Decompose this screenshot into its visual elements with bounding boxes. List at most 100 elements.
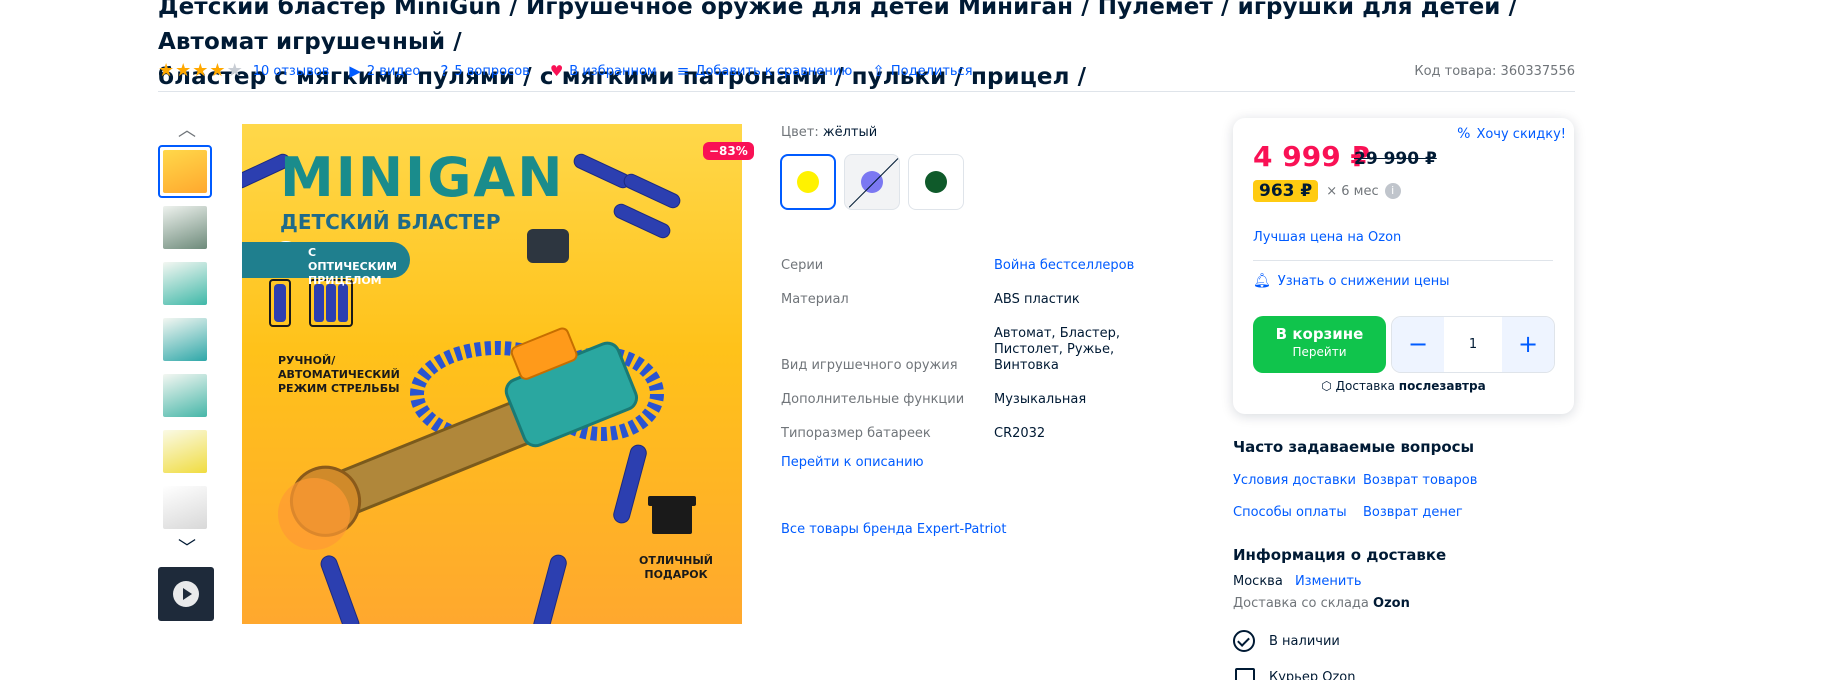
thumbnail-6[interactable] xyxy=(158,425,212,478)
want-discount-label: Хочу скидку! xyxy=(1476,126,1566,142)
buy-divider xyxy=(1253,260,1553,261)
brand-products-link[interactable]: Все товары бренда Expert-Patriot xyxy=(781,522,1006,537)
faq-title: Часто задаваемые вопросы xyxy=(1233,438,1475,456)
spec-row: Вид игрушечного оружия Автомат, Бластер,… xyxy=(781,326,1181,374)
warehouse-row: Доставка со склада Ozon xyxy=(1233,596,1410,611)
thumbnail-2[interactable] xyxy=(158,201,212,254)
spec-value: ABS пластик xyxy=(994,292,1080,307)
favorite-link[interactable]: ♥ В избранном xyxy=(550,62,657,80)
spec-value: CR2032 xyxy=(994,426,1046,441)
courier-text: Курьер Ozon xyxy=(1269,670,1356,680)
product-code: Код товара: 360337556 xyxy=(1414,63,1575,79)
video-thumbnail[interactable] xyxy=(158,567,214,621)
courier-box-icon xyxy=(1235,668,1255,680)
color-swatches xyxy=(780,154,964,210)
reviews-label: 10 отзывов xyxy=(252,63,330,79)
stock-status: В наличии xyxy=(1269,633,1340,649)
thumbnail-column: ︿ ﹀ xyxy=(158,120,216,621)
faq-delivery-link[interactable]: Условия доставки xyxy=(1233,473,1356,488)
faq-refund-link[interactable]: Возврат денег xyxy=(1363,505,1463,520)
share-icon: ⇧ xyxy=(872,62,885,80)
delivery-label: Доставка xyxy=(1335,379,1395,393)
thumbnail-5[interactable] xyxy=(158,369,212,422)
faq-returns-link[interactable]: Возврат товаров xyxy=(1363,473,1477,488)
main-product-image[interactable]: MINIGAN ДЕТСКИЙ БЛАСТЕР С ОПТИЧЕСКИМ ПРИ… xyxy=(242,124,742,624)
bell-icon: 🔔︎ xyxy=(1253,273,1271,289)
faq-payment-link[interactable]: Способы оплаты xyxy=(1233,505,1347,520)
gift-caption: ОТЛИЧНЫЙ ПОДАРОК xyxy=(639,554,713,581)
city-name: Москва xyxy=(1233,574,1283,589)
delivery-when: послезавтра xyxy=(1398,379,1486,393)
color-label: Цвет: жёлтый xyxy=(781,125,877,140)
best-price-link[interactable]: Лучшая цена на Ozon xyxy=(1253,230,1401,245)
spec-name: Серии xyxy=(781,258,824,273)
warehouse-label: Доставка со склада xyxy=(1233,596,1369,611)
price-drop-notify-link[interactable]: 🔔︎ Узнать о снижении цены xyxy=(1253,273,1449,289)
star-icon: ★ xyxy=(209,60,226,81)
thumbnail-4[interactable] xyxy=(158,313,212,366)
chevron-down-icon[interactable]: ﹀ xyxy=(158,537,216,561)
favorite-label: В избранном xyxy=(569,63,657,79)
want-discount-link[interactable]: % Хочу скидку! xyxy=(1457,126,1566,142)
star-icon: ★ xyxy=(158,60,175,81)
questions-link[interactable]: ? 5 вопросов xyxy=(440,62,529,80)
installment-term: × 6 мес xyxy=(1326,183,1379,199)
delivery-note: ⬡ Доставка послезавтра xyxy=(1233,379,1574,393)
discount-icon: % xyxy=(1457,126,1471,142)
thumbnail-7[interactable] xyxy=(158,481,212,534)
chevron-up-icon[interactable]: ︿ xyxy=(158,120,216,142)
qty-minus-button[interactable]: − xyxy=(1392,317,1444,372)
compare-label: Добавить к сравнению xyxy=(695,63,853,79)
swatch-yellow[interactable] xyxy=(780,154,836,210)
spec-list: Серии Война бестселлеров Материал ABS пл… xyxy=(781,258,1181,460)
share-label: Поделиться xyxy=(890,63,973,79)
spec-row: Материал ABS пластик xyxy=(781,292,1181,308)
videos-label: 2 видео xyxy=(366,63,421,79)
notify-label: Узнать о снижении цены xyxy=(1277,273,1450,289)
to-description-link[interactable]: Перейти к описанию xyxy=(781,455,924,470)
spec-value-link[interactable]: Война бестселлеров xyxy=(994,258,1181,274)
heart-icon: ♥ xyxy=(549,62,564,80)
spec-name: Дополнительные функции xyxy=(781,392,965,407)
buy-panel: % Хочу скидку! 4 999 ₽ 29 990 ₽ 963 ₽ × 6… xyxy=(1233,118,1574,414)
warehouse-name: Ozon xyxy=(1373,596,1410,611)
compare-icon: ≡ xyxy=(676,62,690,80)
star-icon: ★ xyxy=(192,60,209,81)
videos-link[interactable]: ▶ 2 видео xyxy=(349,62,420,80)
old-price: 29 990 ₽ xyxy=(1354,149,1437,169)
color-selected-value: жёлтый xyxy=(822,125,878,140)
installment-price: 963 ₽ xyxy=(1253,180,1319,202)
video-icon: ▶ xyxy=(349,62,361,80)
share-link[interactable]: ⇧ Поделиться xyxy=(872,62,972,80)
in-cart-button[interactable]: В корзине Перейти xyxy=(1253,316,1386,373)
spec-row: Типоразмер батареек CR2032 xyxy=(781,426,1181,442)
thumbnail-3[interactable] xyxy=(158,257,212,310)
fire-mode-caption: РУЧНОЙ/АВТОМАТИЧЕСКИЙ РЕЖИМ СТРЕЛЬБЫ xyxy=(278,354,400,395)
swatch-purple[interactable] xyxy=(844,154,900,210)
product-meta-row: ★ ★ ★ ★ ★ 10 отзывов ▶ 2 видео ? 5 вопросо… xyxy=(158,61,1575,81)
questions-label: 5 вопросов xyxy=(454,63,530,79)
spec-name: Материал xyxy=(781,292,849,307)
installment-row[interactable]: 963 ₽ × 6 мес i xyxy=(1253,180,1401,202)
star-empty-icon: ★ xyxy=(226,60,243,81)
quantity-stepper: − 1 + xyxy=(1391,316,1555,373)
box-icon: ⬡ xyxy=(1321,379,1332,393)
delivery-info-title: Информация о доставке xyxy=(1233,546,1447,564)
info-icon[interactable]: i xyxy=(1384,183,1401,199)
qty-plus-button[interactable]: + xyxy=(1502,317,1554,372)
reviews-link[interactable]: 10 отзывов xyxy=(253,64,330,79)
change-city-link[interactable]: Изменить xyxy=(1295,574,1362,589)
swatch-green[interactable] xyxy=(908,154,964,210)
in-cart-label: В корзине xyxy=(1275,325,1364,343)
question-icon: ? xyxy=(440,62,449,80)
go-to-cart-label: Перейти xyxy=(1292,345,1347,359)
color-label-prefix: Цвет: xyxy=(781,125,819,140)
spec-row: Серии Война бестселлеров xyxy=(781,258,1181,274)
banner-subtitle: ДЕТСКИЙ БЛАСТЕР xyxy=(280,210,501,234)
check-circle-icon xyxy=(1233,630,1255,652)
play-icon xyxy=(173,581,199,607)
thumbnail-1[interactable] xyxy=(158,145,212,198)
rating-stars[interactable]: ★ ★ ★ ★ ★ xyxy=(158,62,243,80)
compare-link[interactable]: ≡ Добавить к сравнению xyxy=(677,62,853,80)
qty-value[interactable]: 1 xyxy=(1444,337,1502,352)
